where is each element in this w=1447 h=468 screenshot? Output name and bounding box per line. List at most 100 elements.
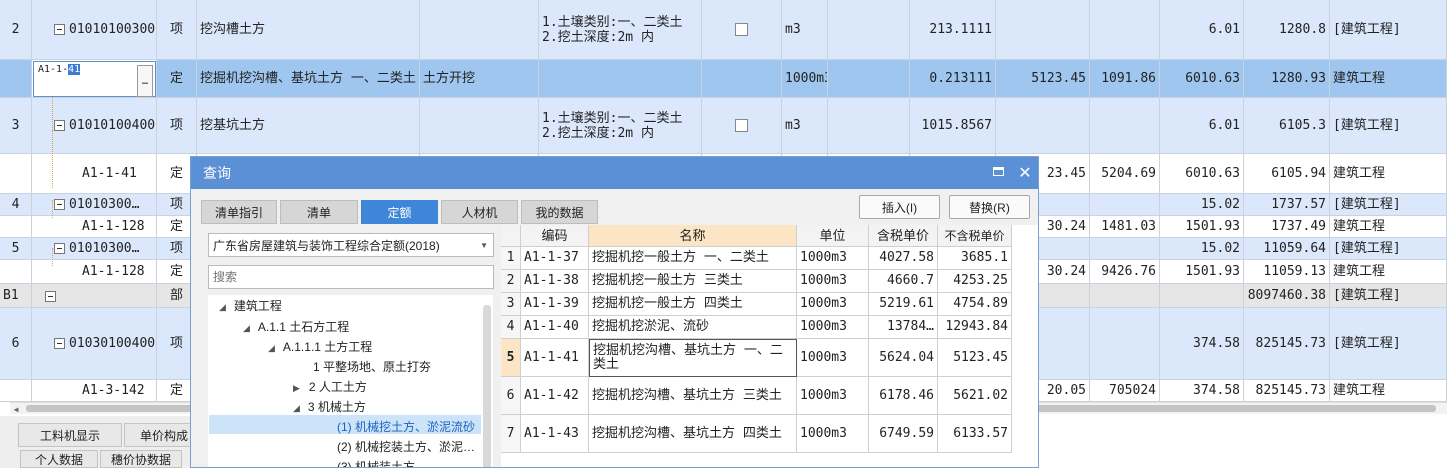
grid-cell-unit[interactable]: 1000m3	[797, 415, 869, 453]
cell-c8[interactable]: 5204.69	[1090, 154, 1160, 194]
row-number[interactable]: 6	[501, 377, 521, 415]
grid-cell-notax[interactable]: 4754.89	[938, 293, 1012, 316]
cell-c7[interactable]	[996, 98, 1090, 154]
grid-cell-tax[interactable]: 4660.7	[869, 270, 938, 293]
cell-total[interactable]: 11059.64	[1244, 238, 1330, 260]
grid-cell-tax[interactable]: 4027.58	[869, 247, 938, 270]
cell-price[interactable]	[1160, 284, 1244, 308]
checkbox[interactable]	[735, 23, 748, 36]
cell-feature[interactable]: 1.土壤类别:一、二类土 2.挖土深度:2m 内	[539, 0, 702, 60]
grid-cell-tax[interactable]: 6178.46	[869, 377, 938, 415]
cell-qty[interactable]: 213.1111	[910, 0, 996, 60]
cell-c8[interactable]	[1090, 98, 1160, 154]
cell-price[interactable]: 374.58	[1160, 380, 1244, 402]
grid-cell-unit[interactable]: 1000m3	[797, 316, 869, 339]
cell-profession[interactable]: 建筑工程	[1330, 260, 1447, 284]
collapse-icon[interactable]	[45, 291, 56, 302]
cell-desc[interactable]	[420, 98, 539, 154]
cell-num[interactable]: 4	[0, 194, 32, 216]
cell-num[interactable]	[0, 216, 32, 238]
cell-num[interactable]: 2	[0, 0, 32, 60]
cell-code[interactable]: 01010300…	[32, 194, 157, 216]
cell-empty[interactable]	[828, 98, 910, 154]
tab-labor-material-display[interactable]: 工料机显示	[18, 423, 122, 447]
grid-cell-notax[interactable]: 6133.57	[938, 415, 1012, 453]
collapse-icon[interactable]	[54, 243, 65, 254]
grid-cell-tax[interactable]: 6749.59	[869, 415, 938, 453]
cell-name[interactable]: 挖掘机挖沟槽、基坑土方 一、二类土	[197, 60, 420, 98]
cell-c7[interactable]: 5123.45	[996, 60, 1090, 98]
tab-price-association-data[interactable]: 穗价协数据	[100, 450, 182, 468]
grid-cell-unit[interactable]: 1000m3	[797, 247, 869, 270]
cell-profession[interactable]: [建筑工程]	[1330, 98, 1447, 154]
tab-personal-data[interactable]: 个人数据	[20, 450, 98, 468]
cell-qty[interactable]: 0.213111	[910, 60, 996, 98]
grid-cell-notax[interactable]: 12943.84	[938, 316, 1012, 339]
cell-total[interactable]: 1280.8	[1244, 0, 1330, 60]
checkbox[interactable]	[735, 119, 748, 132]
grid-cell-notax[interactable]: 5123.45	[938, 339, 1012, 377]
cell-c8[interactable]	[1090, 194, 1160, 216]
cell-price[interactable]: 6010.63	[1160, 60, 1244, 98]
cell-num[interactable]: 3	[0, 98, 32, 154]
cell-name[interactable]: 挖沟槽土方	[197, 0, 420, 60]
collapse-icon[interactable]	[54, 199, 65, 210]
collapse-icon[interactable]	[54, 120, 65, 131]
grid-cell-code[interactable]: A1-1-42	[521, 377, 589, 415]
cell-type[interactable]: 项	[157, 98, 197, 154]
cell-code[interactable]: 01010300…	[32, 238, 157, 260]
code-edit-text[interactable]: A1-1-41	[38, 64, 81, 75]
cell-num[interactable]	[0, 380, 32, 402]
cell-desc[interactable]: 土方开挖	[420, 60, 539, 98]
tree-node-mechanical-excavate-load[interactable]: (2) 机械挖装土方、淤泥…	[337, 438, 475, 455]
cell-c8[interactable]	[1090, 308, 1160, 380]
tab-labor-material-machine[interactable]: 人材机	[441, 200, 518, 224]
cell-num[interactable]: B1	[0, 284, 32, 308]
cell-price[interactable]: 6.01	[1160, 0, 1244, 60]
collapse-icon[interactable]	[54, 338, 65, 349]
cell-profession[interactable]: [建筑工程]	[1330, 238, 1447, 260]
cell-code[interactable]: A1-3-142	[32, 380, 157, 402]
grid-cell-name[interactable]: 挖掘机挖沟槽、基坑土方 四类土	[589, 415, 797, 453]
cell-total[interactable]: 11059.13	[1244, 260, 1330, 284]
collapse-icon[interactable]	[54, 24, 65, 35]
cell-total[interactable]: 1737.57	[1244, 194, 1330, 216]
grid-cell-name[interactable]: 挖掘机挖一般土方 四类土	[589, 293, 797, 316]
cell-profession[interactable]: 建筑工程	[1330, 380, 1447, 402]
cell-profession[interactable]: 建筑工程	[1330, 216, 1447, 238]
cell-code[interactable]: 010101003001	[32, 0, 157, 60]
cell-c8[interactable]: 9426.76	[1090, 260, 1160, 284]
cell-total[interactable]: 8097460.38	[1244, 284, 1330, 308]
cell-code[interactable]: 010301004001	[32, 308, 157, 380]
cell-code[interactable]: A1-1-128	[32, 216, 157, 238]
grid-header[interactable]: 单位	[797, 225, 869, 247]
cell-c8[interactable]: 705024	[1090, 380, 1160, 402]
cell-price[interactable]: 15.02	[1160, 238, 1244, 260]
cell-unit[interactable]: 1000m3	[782, 60, 828, 98]
grid-cell-tax[interactable]: 13784…	[869, 316, 938, 339]
cell-total[interactable]: 825145.73	[1244, 380, 1330, 402]
cell-price[interactable]: 15.02	[1160, 194, 1244, 216]
cell-total[interactable]: 1737.49	[1244, 216, 1330, 238]
cell-code[interactable]: A1-1-128	[32, 260, 157, 284]
grid-cell-notax[interactable]: 4253.25	[938, 270, 1012, 293]
cell-feature[interactable]: 1.土壤类别:一、二类土 2.挖土深度:2m 内	[539, 98, 702, 154]
cell-checkbox[interactable]	[702, 98, 782, 154]
cell-code[interactable]: A1-1-41	[32, 154, 157, 194]
cell-code[interactable]: 010101004001	[32, 98, 157, 154]
cell-profession[interactable]: [建筑工程]	[1330, 194, 1447, 216]
grid-cell-unit[interactable]: 1000m3	[797, 270, 869, 293]
cell-price[interactable]: 374.58	[1160, 308, 1244, 380]
grid-header[interactable]	[501, 225, 521, 247]
tree-node-mechanical-earthwork[interactable]: ◢ 3 机械土方	[293, 398, 366, 415]
ellipsis-button[interactable]: …	[137, 65, 153, 97]
dialog-title-bar[interactable]: 查询	[191, 157, 1038, 189]
cell-profession[interactable]: [建筑工程]	[1330, 308, 1447, 380]
tab-bill-guide[interactable]: 清单指引	[201, 200, 277, 224]
grid-cell-name[interactable]: 挖掘机挖淤泥、流砂	[589, 316, 797, 339]
grid-cell-code[interactable]: A1-1-38	[521, 270, 589, 293]
cell-type[interactable]: 定	[157, 60, 197, 98]
grid-cell-code[interactable]: A1-1-40	[521, 316, 589, 339]
row-number[interactable]: 1	[501, 247, 521, 270]
cell-price[interactable]: 1501.93	[1160, 216, 1244, 238]
